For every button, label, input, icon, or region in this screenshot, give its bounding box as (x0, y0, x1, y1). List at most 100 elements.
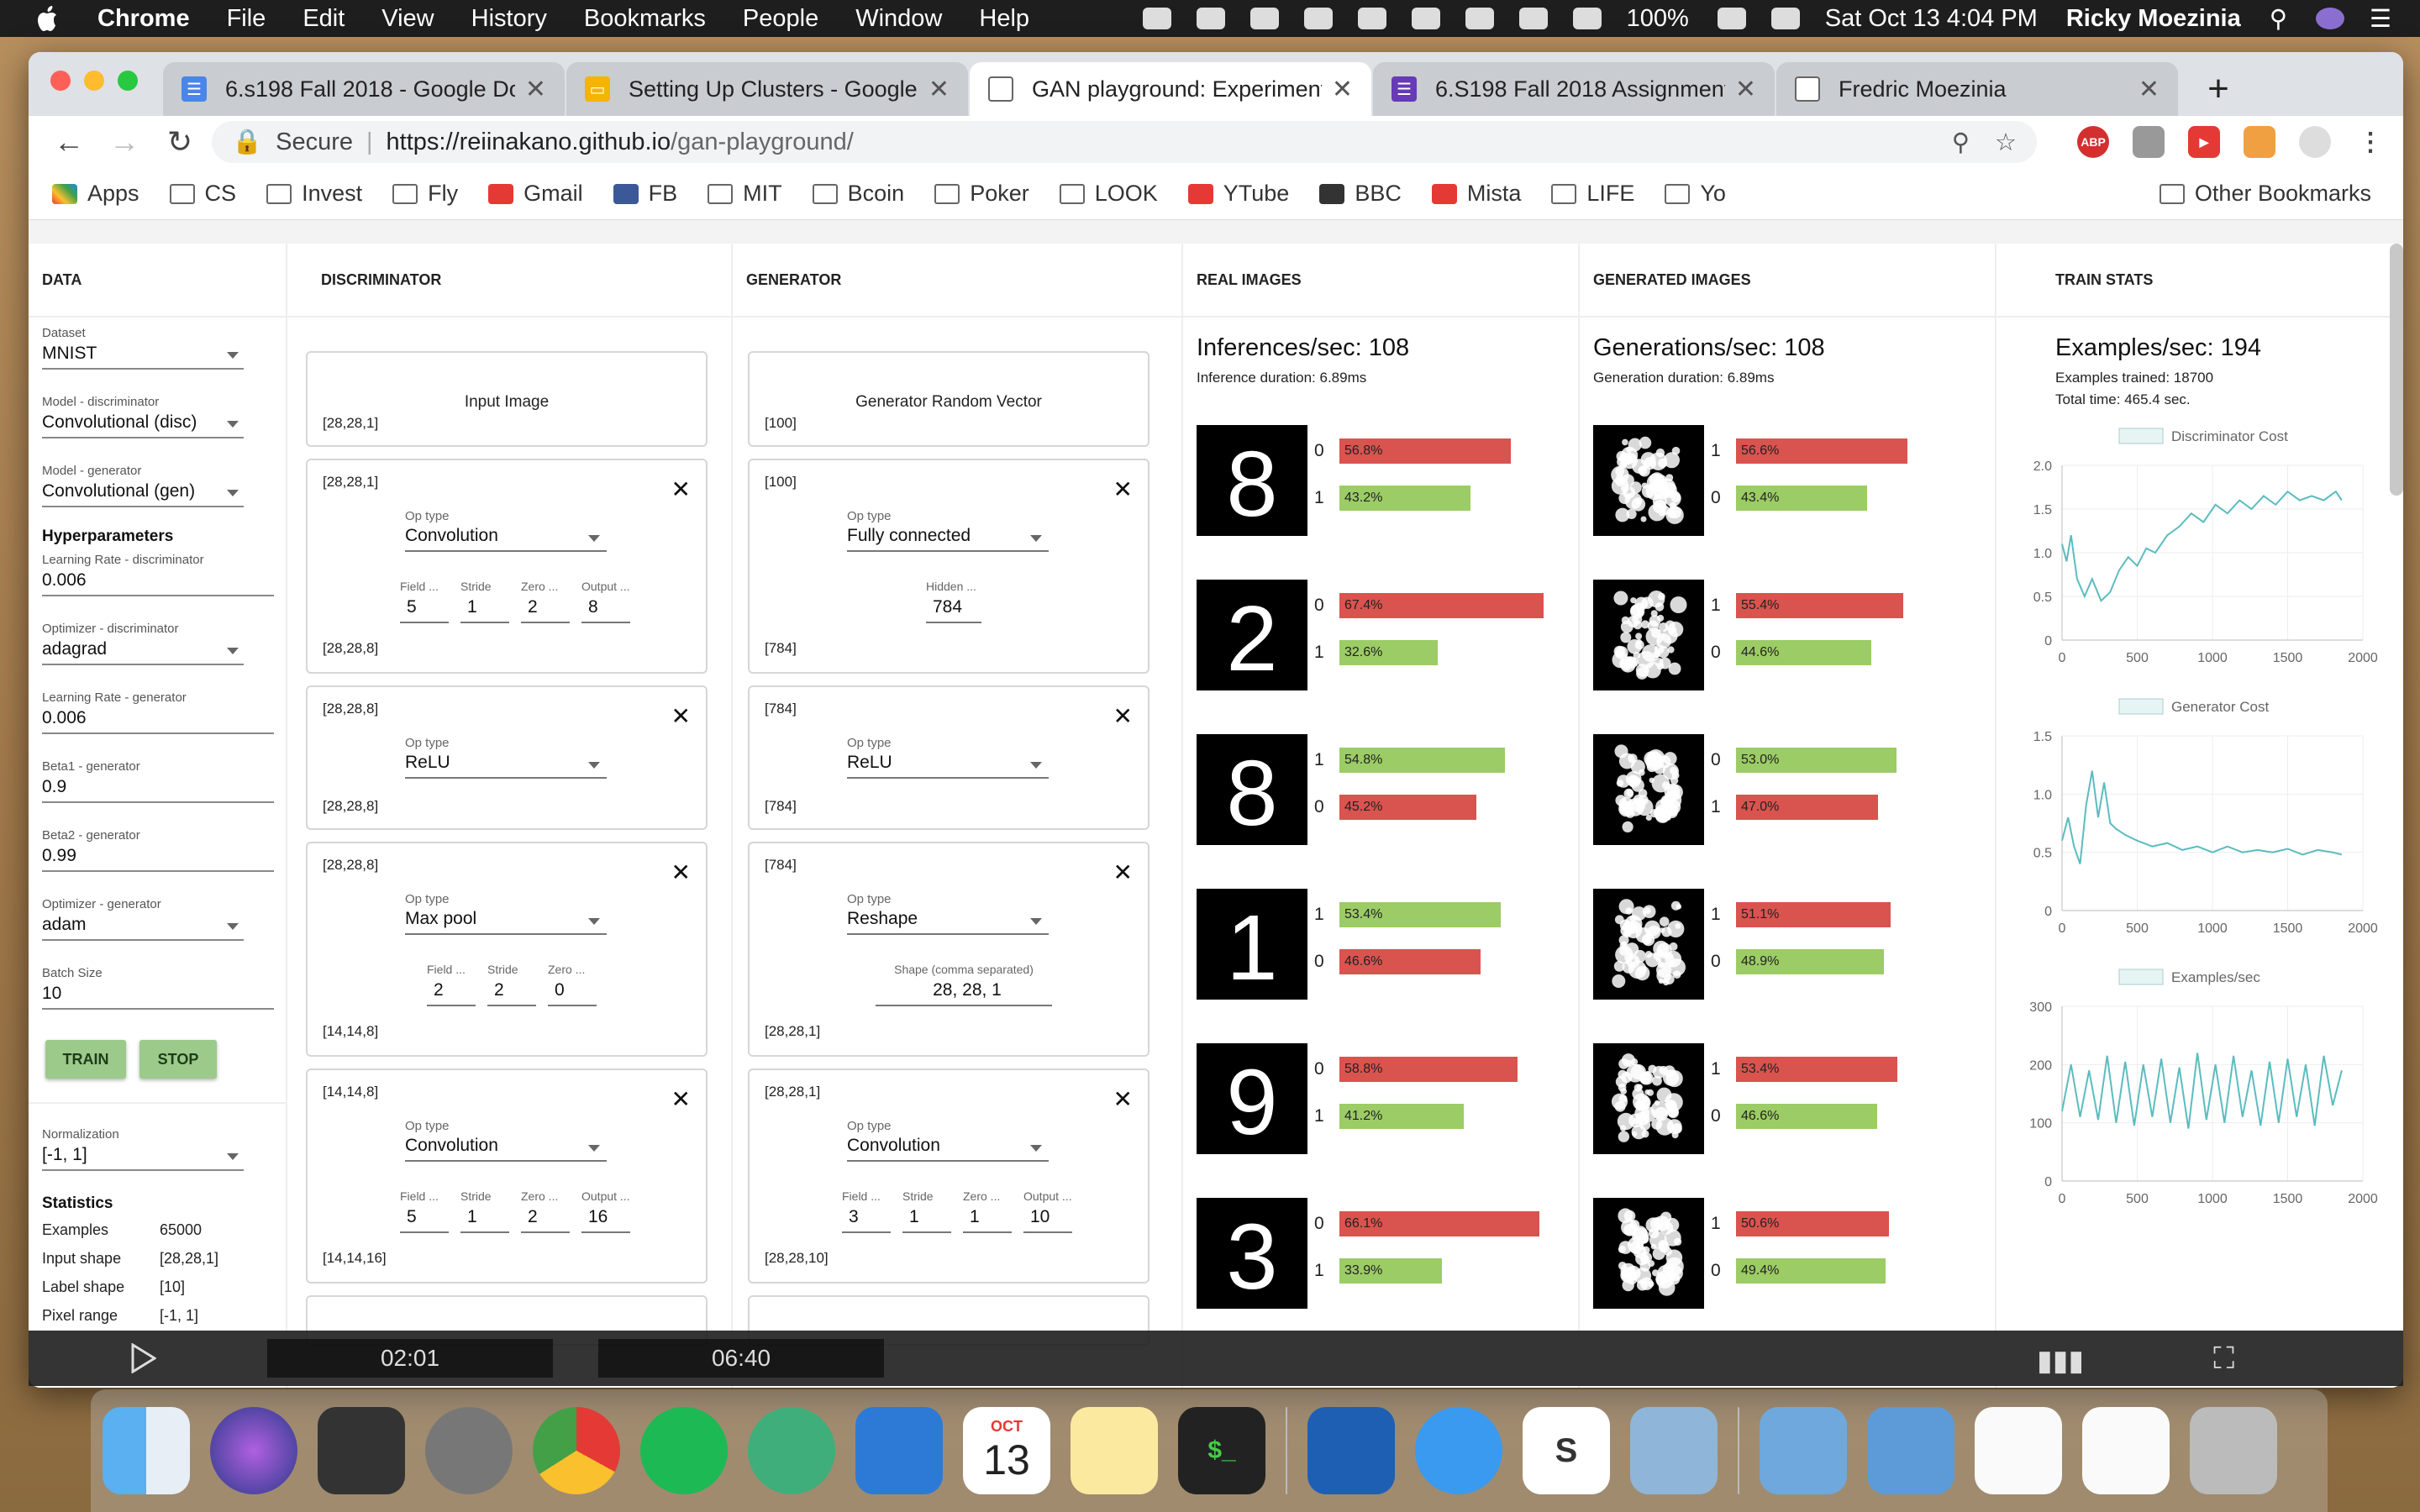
op-type-select[interactable]: Op type Convolution (405, 509, 607, 552)
param-value[interactable]: 2 (521, 1203, 570, 1233)
field-value[interactable]: 0.006 (42, 567, 274, 596)
preview-icon[interactable] (1630, 1407, 1718, 1494)
param-field[interactable]: Stride 1 (460, 580, 509, 623)
finder-icon[interactable] (103, 1407, 190, 1494)
menu-bookmarks[interactable]: Bookmarks (584, 5, 706, 33)
param-value[interactable]: 16 (581, 1203, 630, 1233)
cloud-icon[interactable] (1142, 8, 1171, 29)
menu-window[interactable]: Window (855, 5, 942, 33)
param-field[interactable]: Field ... 3 (842, 1189, 891, 1233)
model-discriminator-select[interactable]: Model - discriminator Convolutional (dis… (42, 395, 274, 438)
field-value[interactable]: adam (42, 911, 244, 941)
document-thumbnail[interactable] (2082, 1407, 2170, 1494)
close-window-button[interactable] (50, 71, 71, 91)
param-field[interactable]: Zero ... 2 (521, 1189, 570, 1233)
op-type-select[interactable]: Op type ReLU (405, 736, 607, 779)
beta2-input[interactable]: Beta2 - generator 0.99 (42, 828, 274, 872)
reload-button[interactable]: ↻ (156, 118, 203, 165)
terminal-icon[interactable]: $_ (1178, 1407, 1265, 1494)
siri-icon[interactable] (210, 1407, 297, 1494)
beta1-input[interactable]: Beta1 - generator 0.9 (42, 759, 274, 803)
menu-app-name[interactable]: Chrome (97, 5, 190, 33)
param-field[interactable]: Zero ... 0 (548, 963, 597, 1006)
bookmark-gmail[interactable]: Gmail (488, 181, 583, 207)
downloads-folder-icon[interactable] (1867, 1407, 1954, 1494)
cloud-upload-icon[interactable] (1303, 8, 1333, 29)
field-value[interactable]: Reshape (847, 906, 1049, 935)
document-thumbnail[interactable] (1975, 1407, 2062, 1494)
siri-icon[interactable] (2316, 8, 2344, 29)
fox-extension-icon[interactable] (2244, 126, 2275, 158)
op-type-select[interactable]: Op type Fully connected (847, 509, 1049, 552)
youtube-extension-icon[interactable]: ▶ (2188, 126, 2220, 158)
bookmark-star-icon[interactable]: ☆ (1995, 128, 2017, 157)
apple-icon[interactable] (34, 3, 64, 34)
new-tab-button[interactable]: + (2193, 64, 2244, 114)
model-generator-select[interactable]: Model - generator Convolutional (gen) (42, 464, 274, 507)
param-value[interactable]: 784 (926, 593, 981, 623)
tab-google-docs[interactable]: ☰ 6.s198 Fall 2018 - Google Docs ✕ (163, 62, 565, 116)
tab-fredric[interactable]: Fredric Moezinia ✕ (1776, 62, 2178, 116)
bookmark-invest[interactable]: Invest (266, 181, 362, 207)
bookmark-life[interactable]: LIFE (1551, 181, 1634, 207)
op-type-select[interactable]: Op type Convolution (405, 1119, 607, 1162)
op-type-select[interactable]: Op type Convolution (847, 1119, 1049, 1162)
bookmark-bbc[interactable]: BBC (1319, 181, 1402, 207)
param-value[interactable]: 10 (1023, 1203, 1072, 1233)
param-value[interactable]: 3 (842, 1203, 891, 1233)
bookmark-cs[interactable]: CS (169, 181, 236, 207)
param-field[interactable]: Output ... 16 (581, 1189, 630, 1233)
field-value[interactable]: 0.99 (42, 843, 274, 872)
fullscreen-icon[interactable]: ⛶ (2213, 1341, 2234, 1377)
adblock-icon[interactable]: ABP (2077, 126, 2109, 158)
battery-percent[interactable]: 100% (1627, 5, 1689, 33)
docker-icon[interactable] (1196, 8, 1225, 29)
param-field[interactable]: Hidden ... 784 (926, 580, 981, 623)
field-value[interactable]: Convolutional (disc) (42, 409, 244, 438)
op-type-select[interactable]: Op type Max pool (405, 892, 607, 935)
zoom-icon[interactable]: ⚲ (1952, 128, 1970, 157)
op-type-select[interactable]: Op type Reshape (847, 892, 1049, 935)
remove-layer-icon[interactable]: ✕ (1113, 475, 1133, 503)
airplay-icon[interactable] (1465, 8, 1494, 29)
notes-icon[interactable] (1071, 1407, 1158, 1494)
param-value[interactable]: 2 (487, 976, 536, 1006)
bookmark-apps[interactable]: Apps (52, 181, 139, 207)
tab-gan-playground[interactable]: GAN playground: Experiment w ✕ (970, 62, 1371, 116)
param-field[interactable]: Output ... 10 (1023, 1189, 1072, 1233)
menu-help[interactable]: Help (979, 5, 1029, 33)
field-value[interactable]: [-1, 1] (42, 1142, 244, 1171)
param-field[interactable]: Stride 1 (902, 1189, 951, 1233)
field-value[interactable]: adagrad (42, 636, 244, 665)
close-tab-icon[interactable]: ✕ (1735, 75, 1756, 104)
spotlight-icon[interactable]: ⚲ (2270, 4, 2287, 34)
back-button[interactable]: ← (45, 118, 92, 165)
field-value[interactable]: 0.9 (42, 774, 274, 803)
slack-icon[interactable]: S (1523, 1407, 1610, 1494)
param-value[interactable]: 1 (902, 1203, 951, 1233)
optimizer-discriminator-select[interactable]: Optimizer - discriminator adagrad (42, 622, 274, 665)
remove-layer-icon[interactable]: ✕ (671, 1085, 691, 1113)
user-name[interactable]: Ricky Moezinia (2066, 5, 2241, 33)
param-field[interactable]: Field ... 2 (427, 963, 476, 1006)
page-scrollbar[interactable] (2390, 244, 2403, 496)
param-value[interactable]: 1 (460, 1203, 509, 1233)
param-value[interactable]: 2 (427, 976, 476, 1006)
battery-icon[interactable] (1717, 8, 1746, 29)
play-icon[interactable] (131, 1343, 156, 1373)
calendar-icon[interactable]: OCT 13 (963, 1407, 1050, 1494)
remove-layer-icon[interactable]: ✕ (671, 475, 691, 503)
vscode-icon[interactable] (855, 1407, 943, 1494)
op-type-select[interactable]: Op type ReLU (847, 736, 1049, 779)
trash-icon[interactable] (2190, 1407, 2277, 1494)
remove-layer-icon[interactable]: ✕ (671, 702, 691, 730)
extension-icon[interactable] (2133, 126, 2165, 158)
param-value[interactable]: 5 (400, 593, 449, 623)
tab-google-slides[interactable]: ▭ Setting Up Clusters - Google Sl ✕ (566, 62, 968, 116)
browser-menu-icon[interactable]: ⋮ (2354, 126, 2386, 158)
launchpad-icon[interactable] (425, 1407, 513, 1494)
lr-generator-input[interactable]: Learning Rate - generator 0.006 (42, 690, 274, 734)
tab-assignment[interactable]: ☰ 6.S198 Fall 2018 Assignment 5 ✕ (1373, 62, 1775, 116)
spotify-icon[interactable] (640, 1407, 728, 1494)
forward-button[interactable]: → (101, 118, 148, 165)
